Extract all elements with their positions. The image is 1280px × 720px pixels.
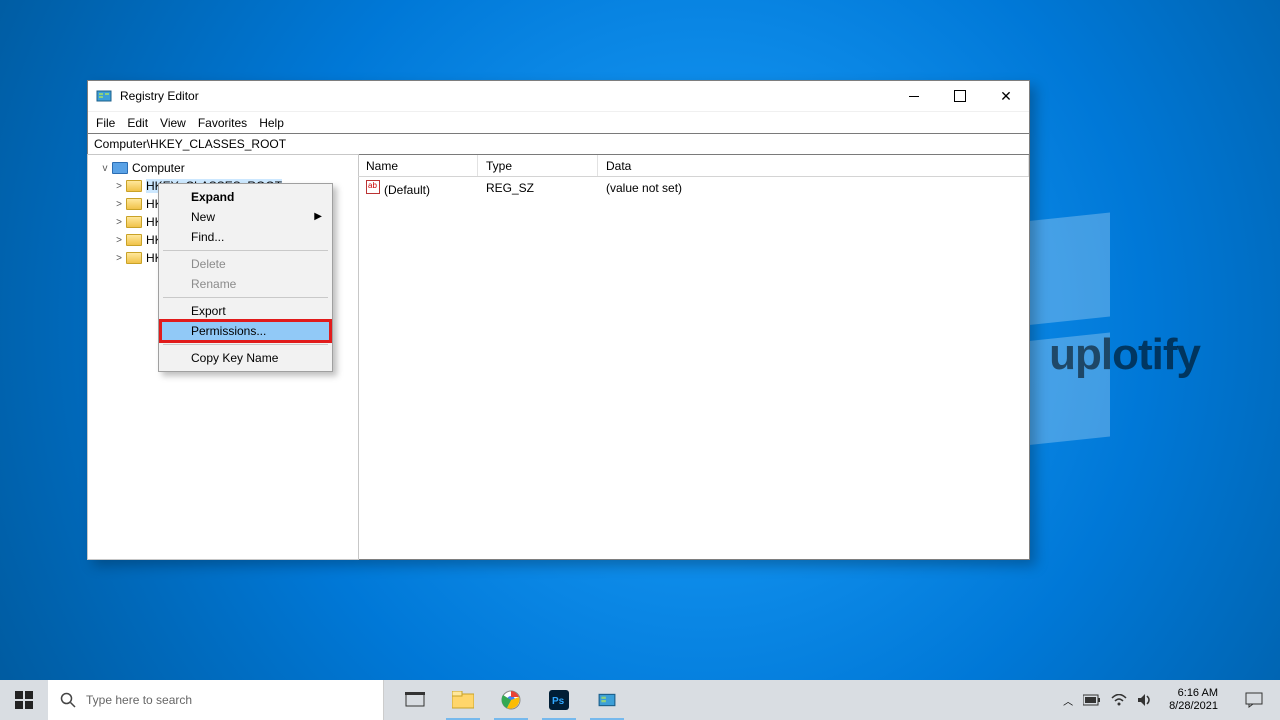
- ctx-export[interactable]: Export: [161, 301, 330, 321]
- system-tray: ︿ 6:16 AM 8/28/2021: [1063, 680, 1280, 720]
- photoshop-icon: Ps: [549, 690, 569, 710]
- ctx-find[interactable]: Find...: [161, 227, 330, 247]
- ctx-rename: Rename: [161, 274, 330, 294]
- ctx-new[interactable]: New ▶: [161, 207, 330, 227]
- taskbar-clock[interactable]: 6:16 AM 8/28/2021: [1163, 687, 1224, 713]
- computer-icon: [112, 162, 128, 174]
- volume-icon[interactable]: [1137, 693, 1153, 707]
- folder-icon: [126, 234, 142, 246]
- string-value-icon: [366, 180, 380, 194]
- menu-file[interactable]: File: [96, 116, 115, 130]
- expand-icon[interactable]: >: [112, 217, 126, 228]
- submenu-arrow-icon: ▶: [314, 211, 322, 222]
- list-row[interactable]: (Default) REG_SZ (value not set): [358, 177, 1029, 199]
- address-bar[interactable]: Computer\HKEY_CLASSES_ROOT: [88, 133, 1029, 155]
- ctx-separator: [163, 344, 328, 345]
- expand-icon[interactable]: >: [112, 235, 126, 246]
- taskbar-chrome[interactable]: [488, 680, 534, 720]
- search-placeholder: Type here to search: [86, 693, 192, 707]
- tree-node-computer[interactable]: v Computer: [90, 159, 353, 177]
- task-view-icon: [405, 692, 425, 708]
- taskbar-photoshop[interactable]: Ps: [536, 680, 582, 720]
- value-data: (value not set): [598, 179, 1029, 197]
- tray-overflow-icon[interactable]: ︿: [1063, 693, 1073, 708]
- expand-icon[interactable]: >: [112, 181, 126, 192]
- action-center-button[interactable]: [1234, 680, 1274, 720]
- svg-text:Ps: Ps: [552, 696, 565, 707]
- ctx-separator: [163, 297, 328, 298]
- context-menu: Expand New ▶ Find... Delete Rename Export…: [158, 183, 333, 372]
- taskbar-search[interactable]: Type here to search: [48, 680, 384, 720]
- minimize-button[interactable]: [891, 81, 937, 111]
- regedit-app-icon: [96, 88, 112, 104]
- ctx-expand[interactable]: Expand: [161, 187, 330, 207]
- expand-icon[interactable]: >: [112, 199, 126, 210]
- menu-view[interactable]: View: [160, 116, 186, 130]
- col-header-type[interactable]: Type: [478, 155, 598, 176]
- close-button[interactable]: ✕: [983, 81, 1029, 111]
- expand-icon[interactable]: >: [112, 253, 126, 264]
- wifi-icon[interactable]: [1111, 694, 1127, 706]
- chrome-icon: [501, 690, 521, 710]
- ctx-permissions[interactable]: Permissions...: [161, 321, 330, 341]
- file-explorer-icon: [452, 691, 474, 709]
- watermark-text: uplotify: [1049, 330, 1200, 380]
- col-header-name[interactable]: Name: [358, 155, 478, 176]
- ctx-separator: [163, 250, 328, 251]
- menu-favorites[interactable]: Favorites: [198, 116, 247, 130]
- menubar: File Edit View Favorites Help: [88, 111, 1029, 133]
- folder-icon: [126, 252, 142, 264]
- collapse-icon[interactable]: v: [98, 163, 112, 174]
- search-icon: [60, 692, 76, 708]
- menu-edit[interactable]: Edit: [127, 116, 148, 130]
- value-name: (Default): [384, 183, 430, 197]
- ctx-copy-key-name[interactable]: Copy Key Name: [161, 348, 330, 368]
- taskbar-regedit[interactable]: [584, 680, 630, 720]
- regedit-icon: [598, 691, 616, 709]
- value-type: REG_SZ: [478, 179, 598, 197]
- window-title: Registry Editor: [120, 89, 199, 103]
- task-view-button[interactable]: [392, 680, 438, 720]
- taskbar: Type here to search Ps ︿ 6:16 AM 8/28/20…: [0, 680, 1280, 720]
- start-button[interactable]: [0, 680, 48, 720]
- values-list-pane[interactable]: Name Type Data (Default) REG_SZ (value n…: [358, 155, 1029, 559]
- folder-icon: [126, 180, 142, 192]
- menu-help[interactable]: Help: [259, 116, 284, 130]
- battery-icon[interactable]: [1083, 694, 1101, 706]
- folder-icon: [126, 198, 142, 210]
- ctx-new-label: New: [191, 210, 215, 224]
- folder-icon: [126, 216, 142, 228]
- tree-label: Computer: [132, 161, 185, 175]
- clock-time: 6:16 AM: [1169, 687, 1218, 700]
- windows-start-icon: [15, 691, 33, 709]
- ctx-delete: Delete: [161, 254, 330, 274]
- clock-date: 8/28/2021: [1169, 700, 1218, 713]
- maximize-button[interactable]: [937, 81, 983, 111]
- titlebar[interactable]: Registry Editor ✕: [88, 81, 1029, 111]
- list-header: Name Type Data: [358, 155, 1029, 177]
- taskbar-explorer[interactable]: [440, 680, 486, 720]
- col-header-data[interactable]: Data: [598, 155, 1029, 176]
- notification-icon: [1245, 692, 1263, 708]
